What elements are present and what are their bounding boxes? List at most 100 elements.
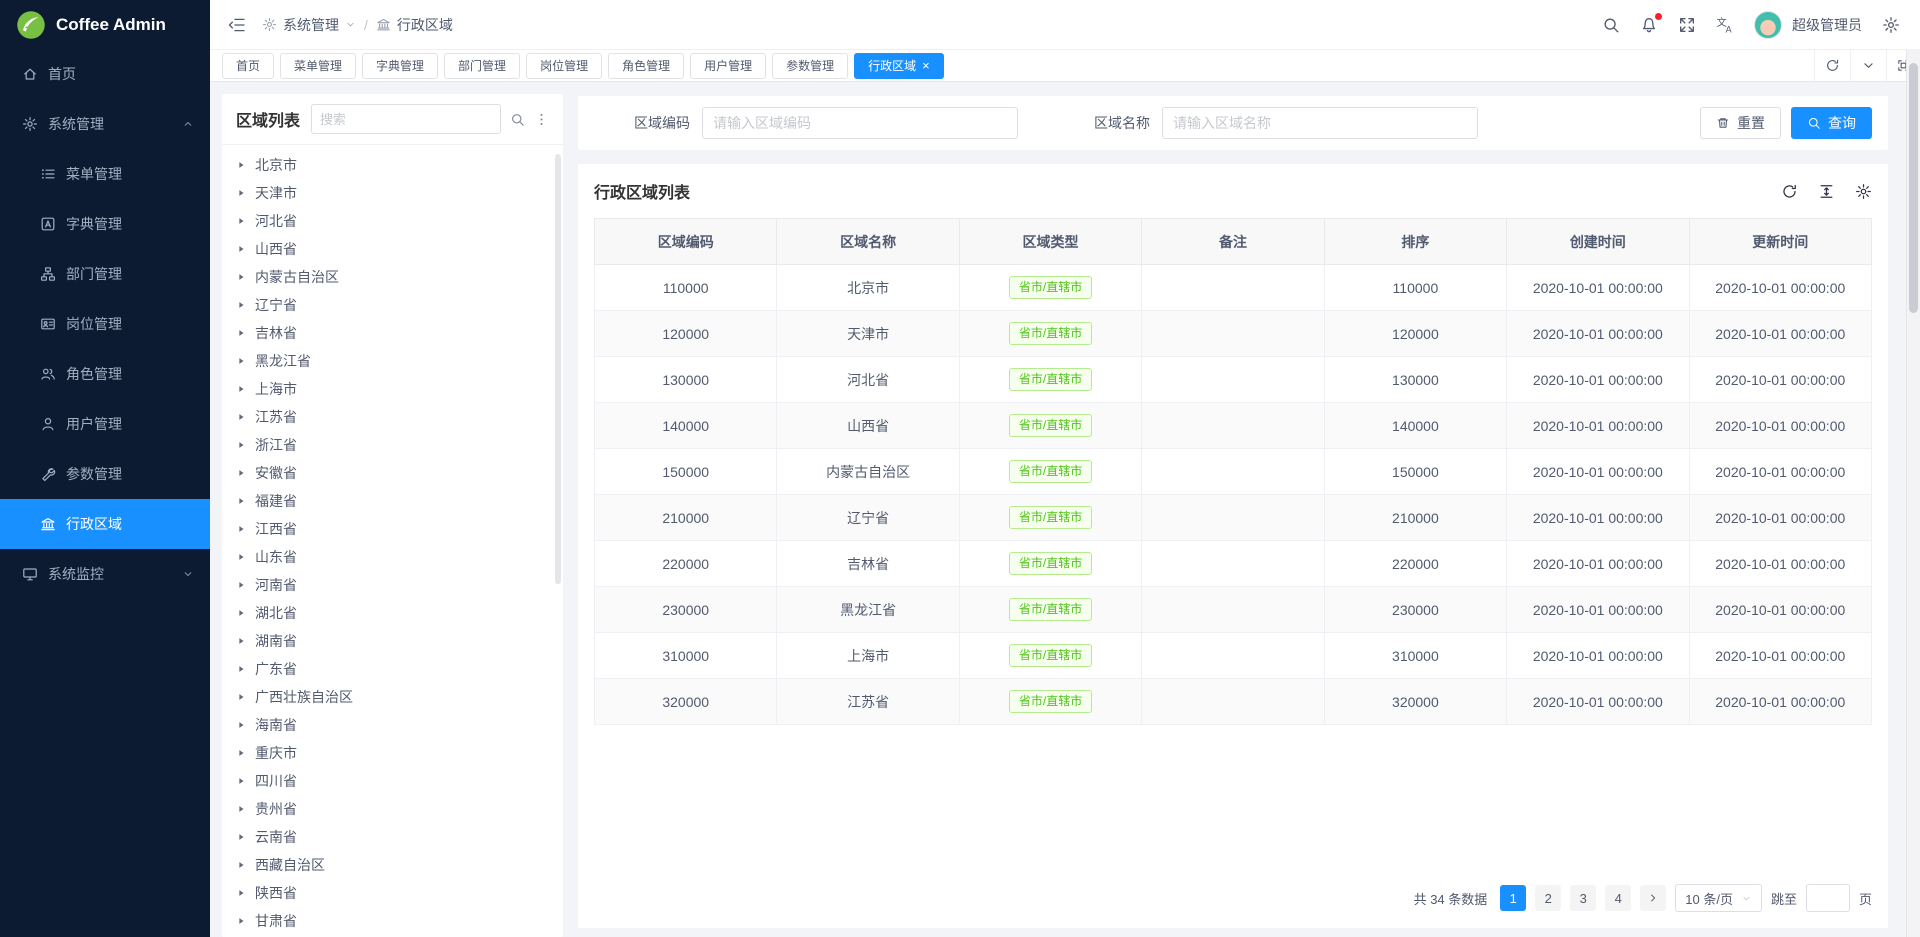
notifications[interactable] bbox=[1640, 16, 1658, 34]
page-button[interactable]: 3 bbox=[1570, 885, 1596, 911]
table-row[interactable]: 230000 黑龙江省 省市/直辖市 230000 2020-10-01 00:… bbox=[595, 587, 1872, 633]
sidebar-item[interactable]: 首页 bbox=[0, 49, 210, 99]
page-button[interactable]: 1 bbox=[1500, 885, 1526, 911]
breadcrumb-group[interactable]: 系统管理 bbox=[283, 15, 339, 35]
tree-search-icon[interactable] bbox=[510, 112, 525, 127]
caret-right-icon[interactable] bbox=[236, 216, 246, 226]
column-header[interactable]: 排序 bbox=[1324, 219, 1506, 265]
tree-item[interactable]: 云南省 bbox=[222, 823, 563, 851]
caret-right-icon[interactable] bbox=[236, 468, 246, 478]
tree-item[interactable]: 重庆市 bbox=[222, 739, 563, 767]
table-row[interactable]: 150000 内蒙古自治区 省市/直辖市 150000 2020-10-01 0… bbox=[595, 449, 1872, 495]
tree-item[interactable]: 江苏省 bbox=[222, 403, 563, 431]
next-page-button[interactable] bbox=[1640, 885, 1666, 911]
tab[interactable]: 字典管理 bbox=[362, 53, 438, 79]
refresh-table-icon[interactable] bbox=[1781, 183, 1798, 200]
caret-right-icon[interactable] bbox=[236, 804, 246, 814]
tree-item[interactable]: 甘肃省 bbox=[222, 907, 563, 935]
table-row[interactable]: 220000 吉林省 省市/直辖市 220000 2020-10-01 00:0… bbox=[595, 541, 1872, 587]
region-name-input[interactable] bbox=[1162, 107, 1478, 139]
window-scrollbar[interactable] bbox=[1906, 49, 1920, 937]
caret-right-icon[interactable] bbox=[236, 328, 246, 338]
table-row[interactable]: 140000 山西省 省市/直辖市 140000 2020-10-01 00:0… bbox=[595, 403, 1872, 449]
tree-item[interactable]: 安徽省 bbox=[222, 459, 563, 487]
table-row[interactable]: 120000 天津市 省市/直辖市 120000 2020-10-01 00:0… bbox=[595, 311, 1872, 357]
avatar[interactable] bbox=[1754, 11, 1782, 39]
column-header[interactable]: 备注 bbox=[1142, 219, 1324, 265]
tree-item[interactable]: 河北省 bbox=[222, 207, 563, 235]
tree-item[interactable]: 北京市 bbox=[222, 151, 563, 179]
caret-right-icon[interactable] bbox=[236, 692, 246, 702]
caret-right-icon[interactable] bbox=[236, 272, 246, 282]
tree-item[interactable]: 陕西省 bbox=[222, 879, 563, 907]
caret-right-icon[interactable] bbox=[236, 384, 246, 394]
tab[interactable]: 部门管理 bbox=[444, 53, 520, 79]
tree-item[interactable]: 天津市 bbox=[222, 179, 563, 207]
caret-right-icon[interactable] bbox=[236, 832, 246, 842]
caret-right-icon[interactable] bbox=[236, 720, 246, 730]
caret-right-icon[interactable] bbox=[236, 664, 246, 674]
table-row[interactable]: 320000 江苏省 省市/直辖市 320000 2020-10-01 00:0… bbox=[595, 679, 1872, 725]
sidebar-item[interactable]: 用户管理 bbox=[0, 399, 210, 449]
caret-right-icon[interactable] bbox=[236, 860, 246, 870]
column-header[interactable]: 区域名称 bbox=[777, 219, 959, 265]
sidebar-item[interactable]: 系统监控 bbox=[0, 549, 210, 599]
caret-right-icon[interactable] bbox=[236, 636, 246, 646]
tree-item[interactable]: 山西省 bbox=[222, 235, 563, 263]
column-header[interactable]: 区域类型 bbox=[959, 219, 1141, 265]
caret-right-icon[interactable] bbox=[236, 496, 246, 506]
settings-gear-icon[interactable] bbox=[1882, 16, 1900, 34]
tab[interactable]: 岗位管理 bbox=[526, 53, 602, 79]
tree-item[interactable]: 广西壮族自治区 bbox=[222, 683, 563, 711]
sidebar-item[interactable]: 角色管理 bbox=[0, 349, 210, 399]
caret-right-icon[interactable] bbox=[236, 916, 246, 926]
sidebar-item[interactable]: 行政区域 bbox=[0, 499, 210, 549]
sidebar-item[interactable]: 岗位管理 bbox=[0, 299, 210, 349]
tree-item[interactable]: 河南省 bbox=[222, 571, 563, 599]
sidebar-item[interactable]: 系统管理 bbox=[0, 99, 210, 149]
tree-item[interactable]: 西藏自治区 bbox=[222, 851, 563, 879]
caret-right-icon[interactable] bbox=[236, 188, 246, 198]
tree-item[interactable]: 江西省 bbox=[222, 515, 563, 543]
column-settings-icon[interactable] bbox=[1855, 183, 1872, 200]
app-logo[interactable]: Coffee Admin bbox=[0, 0, 210, 49]
tree-item[interactable]: 浙江省 bbox=[222, 431, 563, 459]
tree-item[interactable]: 湖北省 bbox=[222, 599, 563, 627]
tree-item[interactable]: 辽宁省 bbox=[222, 291, 563, 319]
refresh-tabs-button[interactable] bbox=[1814, 50, 1850, 81]
translate-icon[interactable]: 文A bbox=[1716, 16, 1734, 34]
caret-right-icon[interactable] bbox=[236, 244, 246, 254]
caret-right-icon[interactable] bbox=[236, 356, 246, 366]
caret-right-icon[interactable] bbox=[236, 300, 246, 310]
user-name[interactable]: 超级管理员 bbox=[1792, 15, 1862, 35]
tab[interactable]: 用户管理 bbox=[690, 53, 766, 79]
table-row[interactable]: 110000 北京市 省市/直辖市 110000 2020-10-01 00:0… bbox=[595, 265, 1872, 311]
column-header[interactable]: 创建时间 bbox=[1507, 219, 1689, 265]
tree-more-icon[interactable] bbox=[534, 112, 549, 127]
tree-item[interactable]: 海南省 bbox=[222, 711, 563, 739]
sidebar-item[interactable]: 参数管理 bbox=[0, 449, 210, 499]
tree-item[interactable]: 内蒙古自治区 bbox=[222, 263, 563, 291]
region-code-input[interactable] bbox=[702, 107, 1018, 139]
tree-item[interactable]: 湖南省 bbox=[222, 627, 563, 655]
caret-right-icon[interactable] bbox=[236, 888, 246, 898]
caret-right-icon[interactable] bbox=[236, 160, 246, 170]
tree-item[interactable]: 山东省 bbox=[222, 543, 563, 571]
page-button[interactable]: 2 bbox=[1535, 885, 1561, 911]
caret-right-icon[interactable] bbox=[236, 608, 246, 618]
tree-item[interactable]: 福建省 bbox=[222, 487, 563, 515]
column-header[interactable]: 更新时间 bbox=[1689, 219, 1871, 265]
tree-item[interactable]: 上海市 bbox=[222, 375, 563, 403]
caret-right-icon[interactable] bbox=[236, 748, 246, 758]
search-icon[interactable] bbox=[1602, 16, 1620, 34]
tabs-menu-button[interactable] bbox=[1850, 50, 1886, 81]
fullscreen-icon[interactable] bbox=[1678, 16, 1696, 34]
caret-right-icon[interactable] bbox=[236, 552, 246, 562]
tree-search-input[interactable] bbox=[311, 104, 501, 134]
table-row[interactable]: 210000 辽宁省 省市/直辖市 210000 2020-10-01 00:0… bbox=[595, 495, 1872, 541]
caret-right-icon[interactable] bbox=[236, 524, 246, 534]
sidebar-item[interactable]: 字典管理 bbox=[0, 199, 210, 249]
table-row[interactable]: 310000 上海市 省市/直辖市 310000 2020-10-01 00:0… bbox=[595, 633, 1872, 679]
tree-item[interactable]: 黑龙江省 bbox=[222, 347, 563, 375]
tab-close-icon[interactable]: × bbox=[922, 59, 930, 72]
